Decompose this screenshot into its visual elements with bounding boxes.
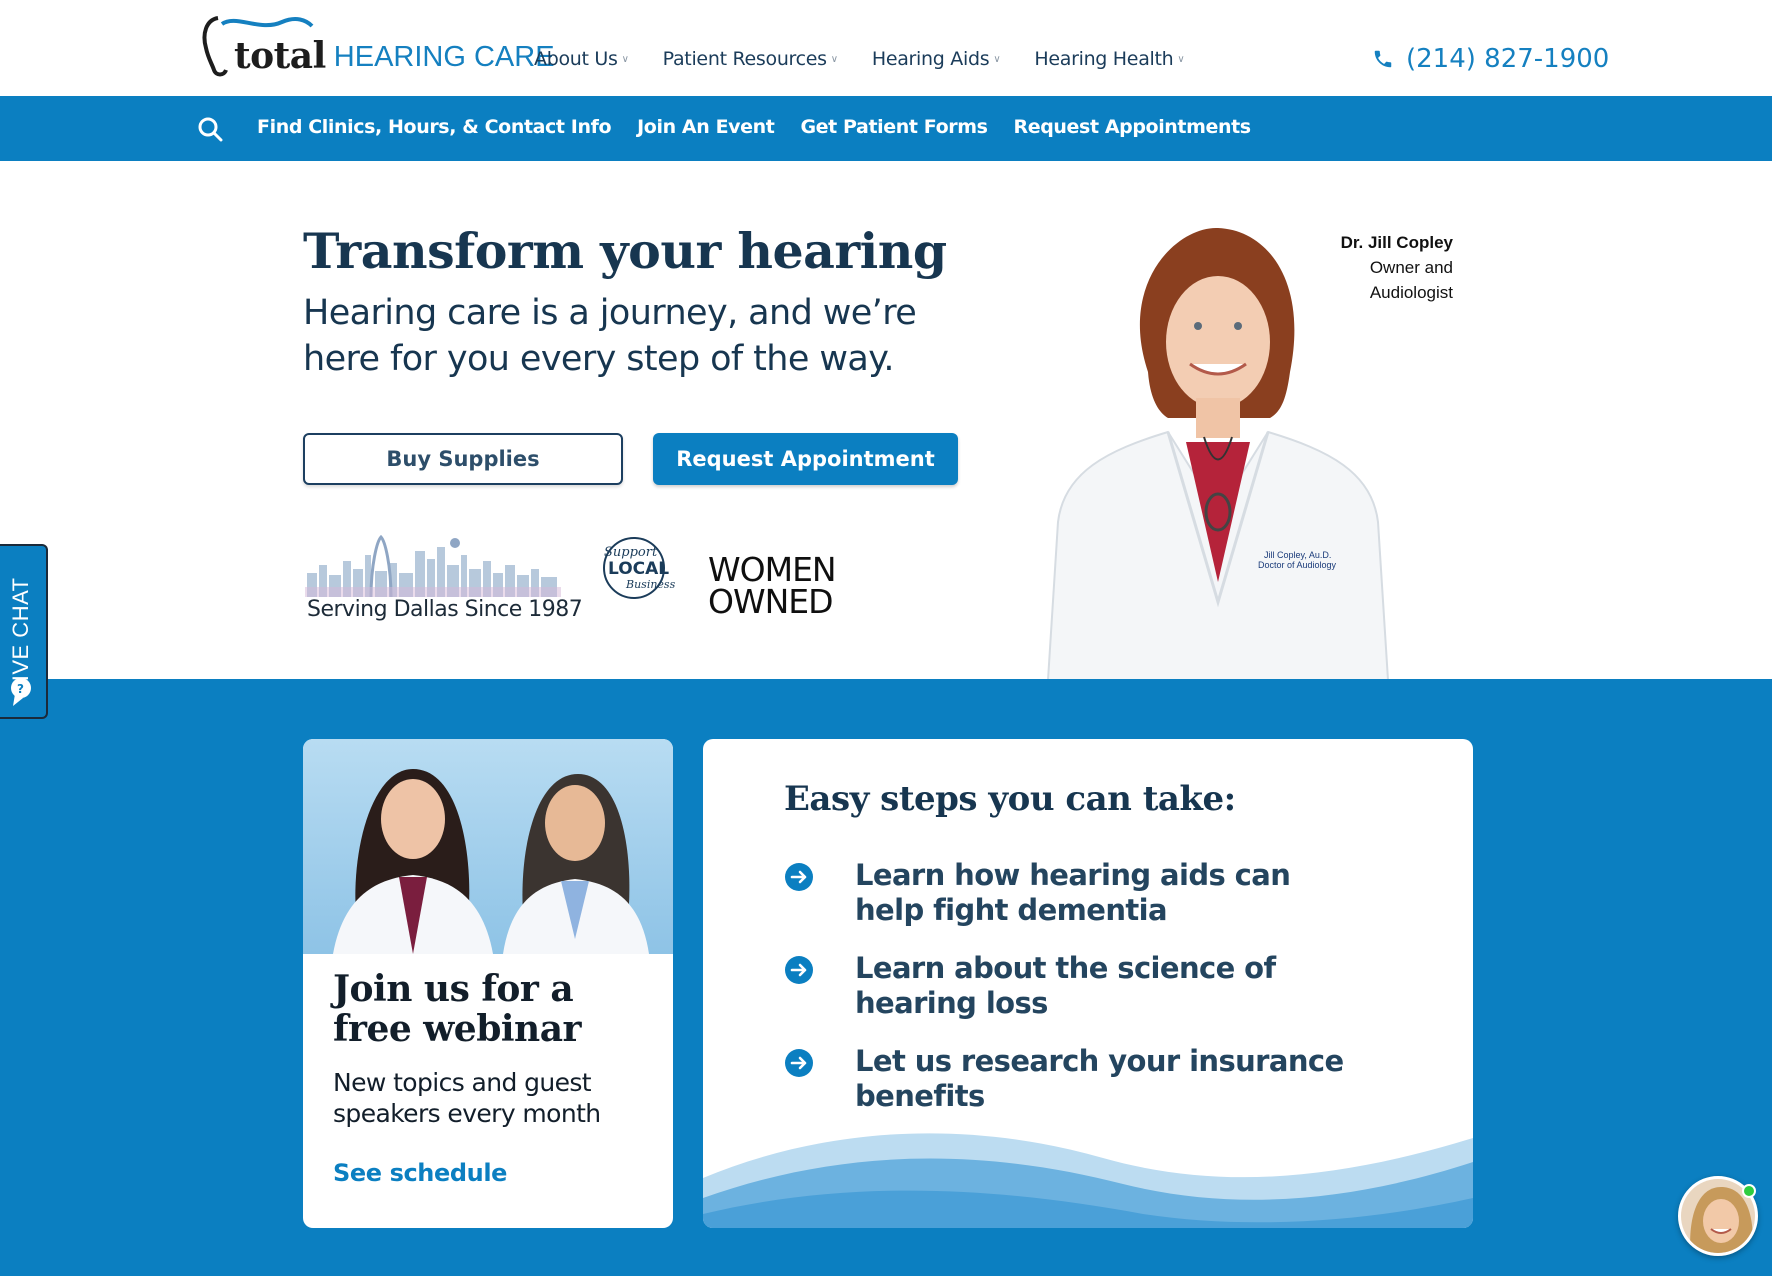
search-icon[interactable] <box>197 116 223 142</box>
webinar-photo <box>303 739 673 954</box>
chevron-down-icon: ∨ <box>1177 53 1185 65</box>
svg-text:Support: Support <box>604 545 658 560</box>
nav-hearing-aids[interactable]: Hearing Aids ∨ <box>872 48 1001 70</box>
doctor-role-line2: Audiologist <box>1369 283 1453 302</box>
nav-label: Hearing Health <box>1034 48 1174 70</box>
svg-text:Jill Copley, Au.D.: Jill Copley, Au.D. <box>1264 550 1331 560</box>
chevron-down-icon: ∨ <box>621 53 629 65</box>
chat-bubble-icon: ? <box>11 678 31 706</box>
hero-subtitle: Hearing care is a journey, and we’re her… <box>303 293 917 379</box>
step-item-dementia[interactable]: Learn how hearing aids can help fight de… <box>784 858 1344 928</box>
step-item-science[interactable]: Learn about the science of hearing loss <box>784 951 1344 1021</box>
easy-steps-card: Easy steps you can take: Learn how heari… <box>703 739 1473 1228</box>
nav-about-us[interactable]: About Us ∨ <box>534 48 629 70</box>
chevron-down-icon: ∨ <box>830 53 838 65</box>
serving-dallas-caption: Serving Dallas Since 1987 <box>307 597 583 622</box>
svg-text:Doctor of Audiology: Doctor of Audiology <box>1258 560 1337 570</box>
step-text: Let us research your insurance benefits <box>855 1044 1344 1113</box>
doctor-name: Dr. Jill Copley <box>1340 233 1453 252</box>
site-logo[interactable]: total HEARING CARE <box>200 10 555 77</box>
site-header: total HEARING CARE About Us ∨ Patient Res… <box>0 0 1772 96</box>
nav-hearing-health[interactable]: Hearing Health ∨ <box>1034 48 1184 70</box>
step-text: Learn how hearing aids can help fight de… <box>855 858 1291 927</box>
step-item-insurance[interactable]: Let us research your insurance benefits <box>784 1044 1344 1114</box>
arrow-right-circle-icon <box>785 1049 813 1077</box>
link-join-event[interactable]: Join An Event <box>637 116 775 138</box>
women-owned-line2: OWNED <box>708 582 834 621</box>
support-local-logo: Support LOCAL Business <box>603 537 676 599</box>
phone-icon <box>1374 50 1392 68</box>
women-owned-badge: WOMEN OWNED <box>708 553 858 621</box>
see-schedule-link[interactable]: See schedule <box>333 1159 507 1187</box>
support-local-business-badge: Support LOCAL Business <box>596 534 676 600</box>
main-nav: About Us ∨ Patient Resources ∨ Hearing Aid… <box>534 48 1218 70</box>
nav-label: About Us <box>534 48 618 70</box>
doctor-role-line1: Owner and <box>1369 258 1453 277</box>
utility-links: Find Clinics, Hours, & Contact Info Join… <box>257 116 1277 138</box>
nav-patient-resources[interactable]: Patient Resources ∨ <box>663 48 838 70</box>
phone-link[interactable]: (214) 827-1900 <box>1372 44 1609 74</box>
request-appointment-button[interactable]: Request Appointment <box>653 433 958 485</box>
live-chat-tab[interactable]: LIVE CHAT ? <box>0 544 48 719</box>
logo-wordmark-hearing-care: HEARING CARE <box>333 41 555 73</box>
utility-nav-bar: Find Clinics, Hours, & Contact Info Join… <box>0 96 1772 161</box>
svg-text:LOCAL: LOCAL <box>608 559 669 579</box>
steps-title: Easy steps you can take: <box>784 779 1236 819</box>
nav-label: Hearing Aids <box>871 48 990 70</box>
dallas-skyline-image <box>305 534 561 598</box>
svg-text:Business: Business <box>625 578 676 591</box>
webinar-title: Join us for a free webinar <box>333 968 582 1050</box>
hero-title: Transform your hearing <box>303 222 947 280</box>
svg-text:?: ? <box>17 682 24 696</box>
arrow-right-circle-icon <box>785 863 813 891</box>
link-patient-forms[interactable]: Get Patient Forms <box>800 116 987 138</box>
arrow-right-circle-icon <box>785 956 813 984</box>
nav-label: Patient Resources <box>662 48 827 70</box>
serving-dallas-badge: Serving Dallas Since 1987 <box>305 534 583 625</box>
buy-supplies-button[interactable]: Buy Supplies <box>303 433 623 485</box>
step-text: Learn about the science of hearing loss <box>855 951 1276 1020</box>
webinar-description: New topics and guest speakers every mont… <box>333 1068 601 1128</box>
doctor-caption: Dr. Jill Copley Owner and Audiologist <box>1258 230 1453 305</box>
decorative-wave <box>703 1133 1473 1228</box>
phone-number: (214) 827-1900 <box>1406 44 1610 74</box>
chevron-down-icon: ∨ <box>993 53 1001 65</box>
link-request-appointments[interactable]: Request Appointments <box>1014 116 1252 138</box>
link-find-clinics[interactable]: Find Clinics, Hours, & Contact Info <box>257 116 612 138</box>
ear-logo-icon <box>202 16 314 77</box>
online-status-dot <box>1742 1184 1756 1198</box>
webinar-card[interactable]: Join us for a free webinar New topics an… <box>303 739 673 1228</box>
